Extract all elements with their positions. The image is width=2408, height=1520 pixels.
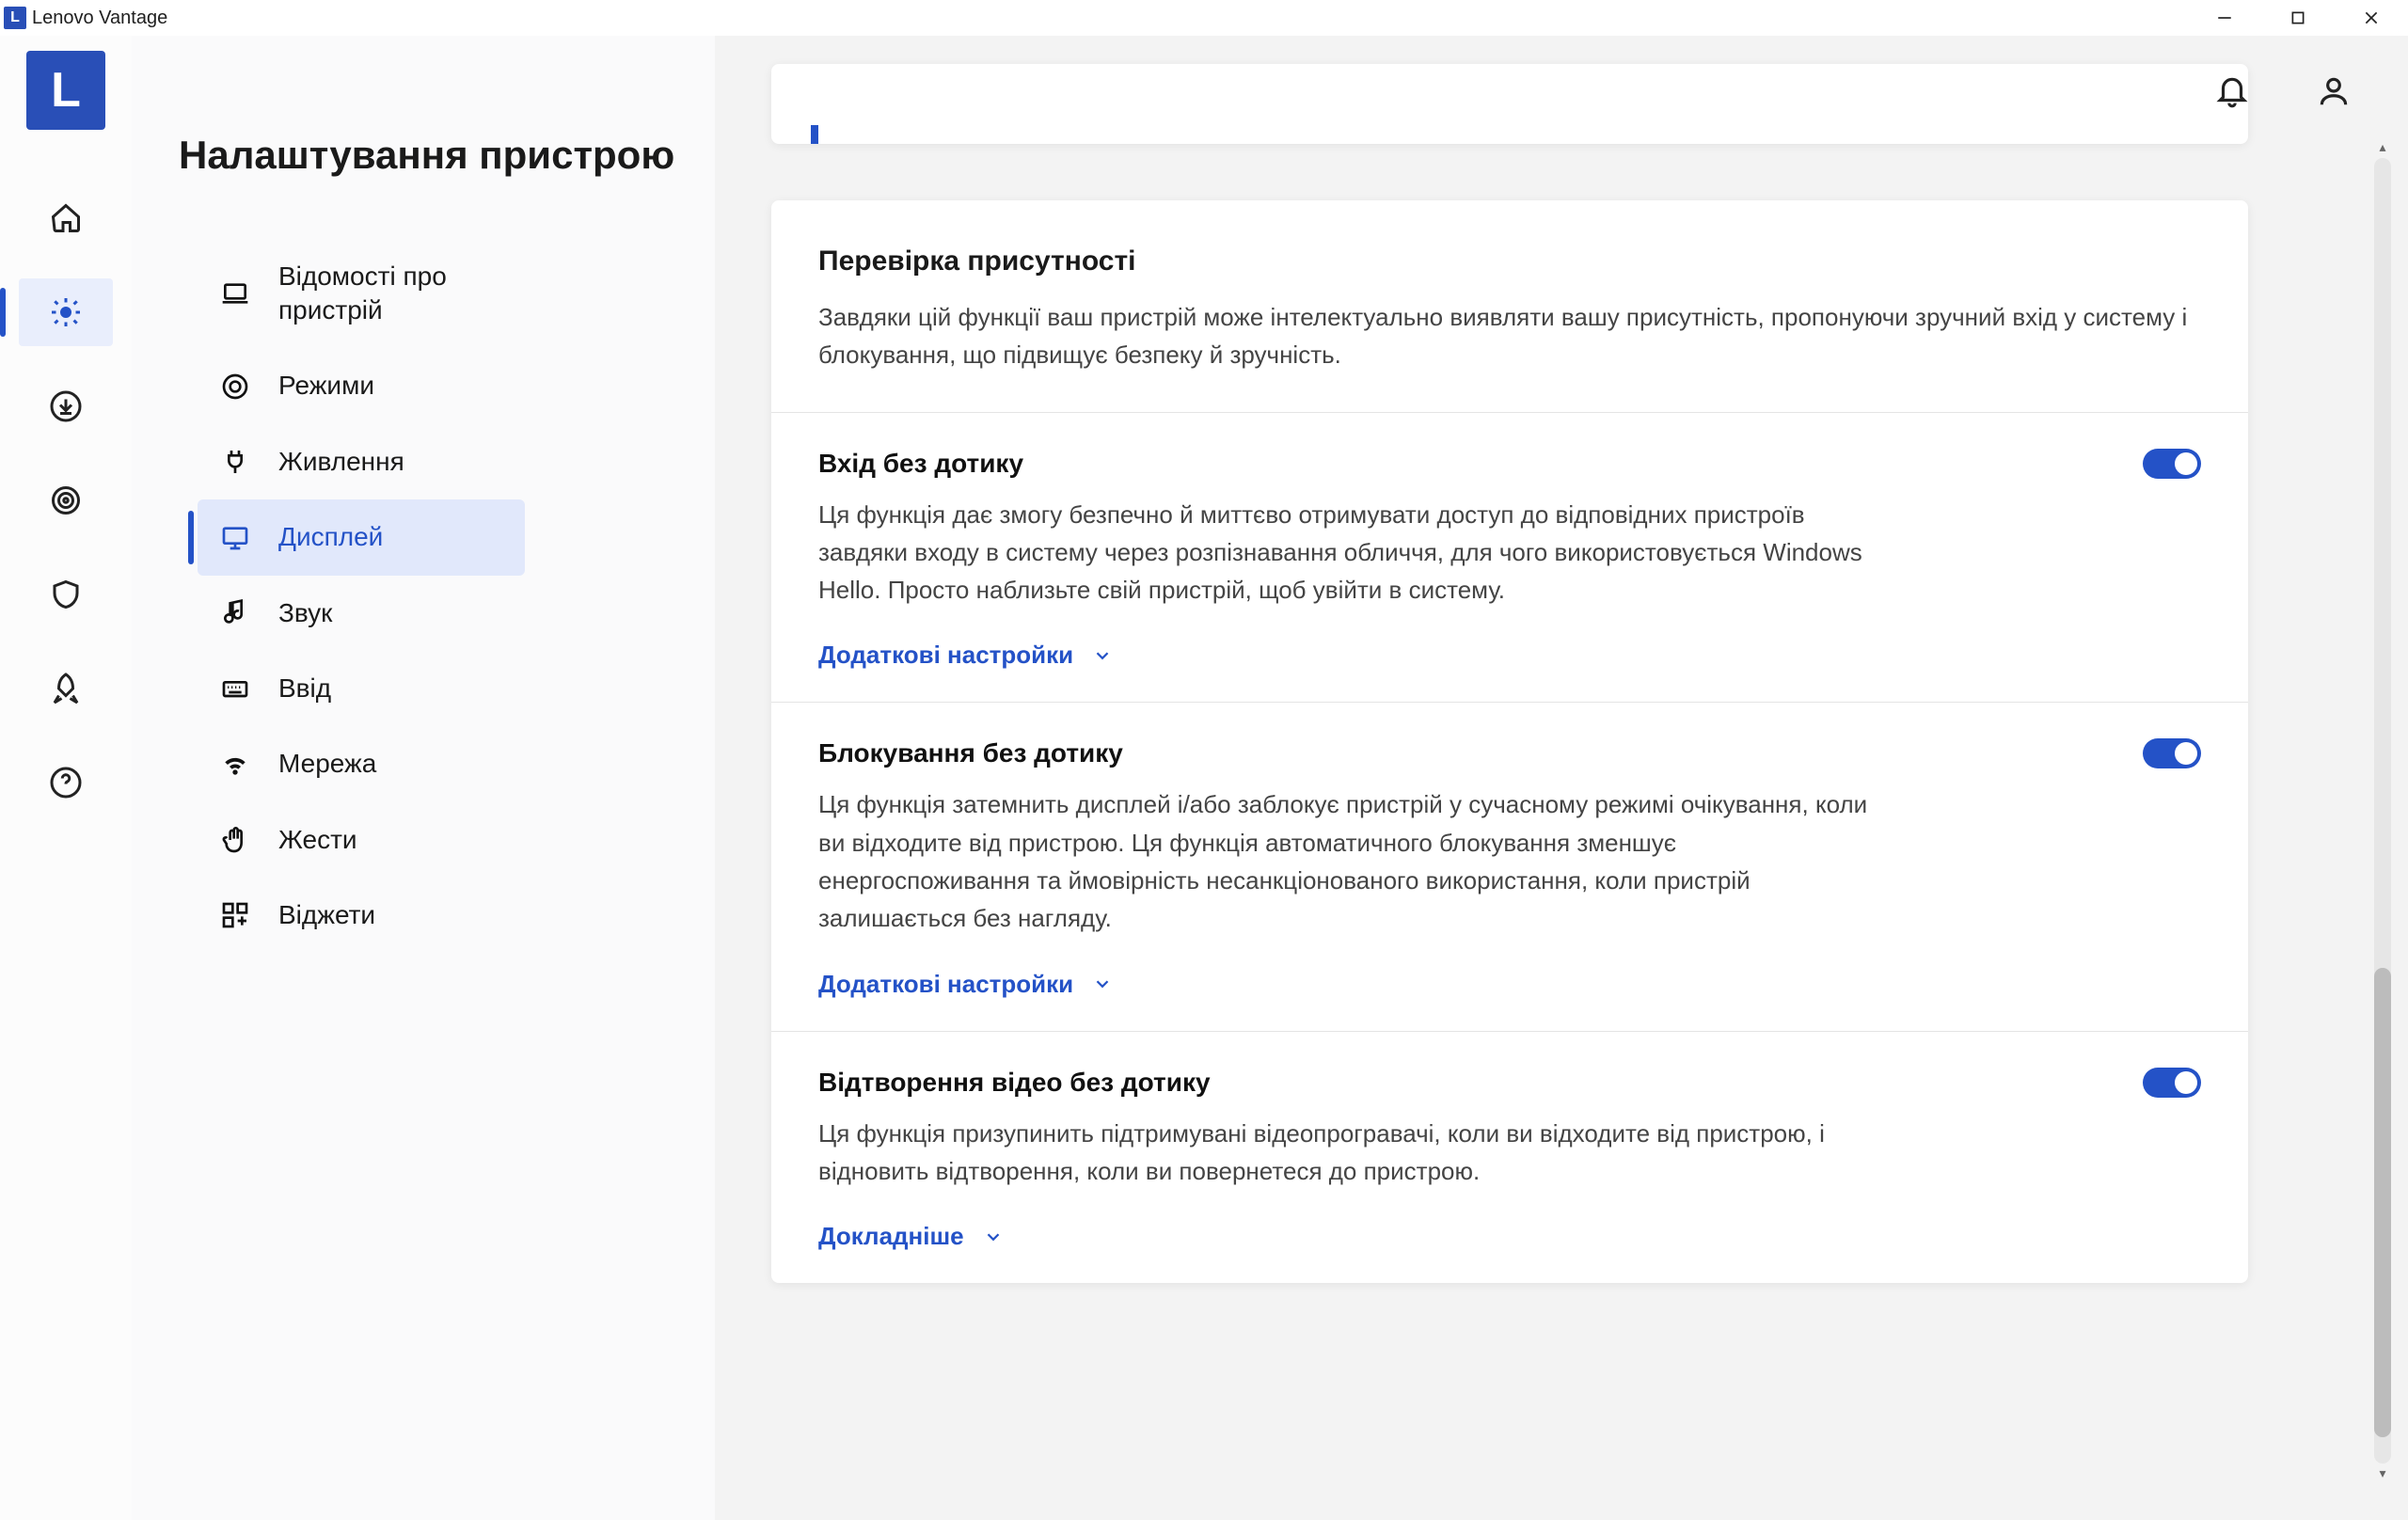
section-title: Перевірка присутності xyxy=(818,245,2201,277)
app-title: Lenovo Vantage xyxy=(32,8,167,29)
settings-subnav: Налаштування пристрою Відомості про прис… xyxy=(132,36,715,1520)
settings-item-input[interactable]: Ввід xyxy=(198,651,525,726)
plug-icon xyxy=(220,447,250,477)
bell-icon xyxy=(2214,73,2250,109)
settings-item-modes[interactable]: Режими xyxy=(198,348,525,423)
option-title: Вхід без дотику xyxy=(818,449,2201,479)
option-toggle[interactable] xyxy=(2143,449,2201,479)
home-icon xyxy=(49,201,83,235)
settings-item-label: Живлення xyxy=(278,445,404,479)
option-description: Ця функція призупинить підтримувані віде… xyxy=(818,1115,1891,1191)
chevron-down-icon xyxy=(1092,645,1113,666)
settings-item-display[interactable]: Дисплей xyxy=(198,499,525,575)
settings-item-label: Жести xyxy=(278,823,357,857)
section-description: Завдяки цій функції ваш пристрій може ін… xyxy=(818,298,2201,374)
page-title: Налаштування пристрою xyxy=(179,129,677,182)
rail-item-device-settings[interactable] xyxy=(19,278,113,346)
option-touchless-login: Вхід без дотику Ця функція дає змогу без… xyxy=(771,412,2248,703)
settings-item-network[interactable]: Мережа xyxy=(198,726,525,801)
option-title: Блокування без дотику xyxy=(818,738,2201,768)
settings-item-label: Ввід xyxy=(278,672,331,705)
rail-item-scan[interactable] xyxy=(19,467,113,534)
settings-item-label: Дисплей xyxy=(278,520,383,554)
rail-item-help[interactable] xyxy=(19,749,113,816)
scrollbar-track[interactable] xyxy=(2374,158,2391,1464)
lenovo-logo: L xyxy=(26,51,105,130)
notifications-button[interactable] xyxy=(2214,73,2250,114)
wifi-icon xyxy=(220,750,250,780)
previous-card-stub xyxy=(771,64,2248,144)
option-more-settings-link[interactable]: Додаткові настройки xyxy=(818,641,1113,670)
settings-item-label: Мережа xyxy=(278,747,376,781)
scrollbar-thumb[interactable] xyxy=(2374,968,2391,1438)
chevron-down-icon xyxy=(983,1227,1004,1247)
option-description: Ця функція затемнить дисплей і/або забло… xyxy=(818,785,1891,937)
minimize-button[interactable] xyxy=(2188,0,2261,36)
menu-toggle-icon[interactable] xyxy=(0,134,169,170)
settings-item-label: Відомості про пристрій xyxy=(278,260,502,328)
settings-item-gestures[interactable]: Жести xyxy=(198,802,525,878)
settings-item-label: Режими xyxy=(278,369,374,403)
nav-rail: L xyxy=(0,36,132,1520)
hand-icon xyxy=(220,825,250,855)
modes-icon xyxy=(220,372,250,402)
download-icon xyxy=(49,389,83,423)
settings-item-about[interactable]: Відомості про пристрій xyxy=(198,239,525,349)
settings-item-label: Віджети xyxy=(278,898,375,932)
settings-item-audio[interactable]: Звук xyxy=(198,576,525,651)
option-learn-more-link[interactable]: Докладніше xyxy=(818,1222,1004,1251)
option-touchless-video: Відтворення відео без дотику Ця функція … xyxy=(771,1031,2248,1284)
user-icon xyxy=(2316,73,2352,109)
shield-icon xyxy=(49,578,83,611)
target-icon xyxy=(49,483,83,517)
scroll-down-arrow[interactable]: ▾ xyxy=(2374,1465,2391,1482)
chevron-down-icon xyxy=(1092,974,1113,994)
settings-item-power[interactable]: Живлення xyxy=(198,424,525,499)
settings-item-label: Звук xyxy=(278,596,332,630)
content-scroll[interactable]: Перевірка присутності Завдяки цій функці… xyxy=(715,36,2408,1520)
display-icon xyxy=(220,522,250,552)
widgets-icon xyxy=(220,900,250,930)
account-button[interactable] xyxy=(2316,73,2352,114)
option-toggle[interactable] xyxy=(2143,738,2201,768)
scroll-up-arrow[interactable]: ▴ xyxy=(2374,139,2391,156)
rail-item-performance[interactable] xyxy=(19,655,113,722)
presence-detection-card: Перевірка присутності Завдяки цій функці… xyxy=(771,200,2248,1283)
titlebar: L Lenovo Vantage xyxy=(0,0,2408,36)
close-button[interactable] xyxy=(2335,0,2408,36)
laptop-icon xyxy=(220,278,250,309)
option-touchless-lock: Блокування без дотику Ця функція затемни… xyxy=(771,702,2248,1030)
option-toggle[interactable] xyxy=(2143,1068,2201,1098)
music-note-icon xyxy=(220,598,250,628)
rocket-icon xyxy=(49,672,83,705)
rail-item-downloads[interactable] xyxy=(19,372,113,440)
rail-item-security[interactable] xyxy=(19,561,113,628)
gear-icon xyxy=(49,295,83,329)
option-description: Ця функція дає змогу безпечно й миттєво … xyxy=(818,496,1891,610)
settings-item-widgets[interactable]: Віджети xyxy=(198,878,525,953)
rail-item-home[interactable] xyxy=(19,184,113,252)
help-icon xyxy=(49,766,83,800)
option-more-settings-link[interactable]: Додаткові настройки xyxy=(818,970,1113,999)
maximize-button[interactable] xyxy=(2261,0,2335,36)
keyboard-icon xyxy=(220,673,250,704)
option-title: Відтворення відео без дотику xyxy=(818,1068,2201,1098)
app-icon: L xyxy=(4,7,26,29)
